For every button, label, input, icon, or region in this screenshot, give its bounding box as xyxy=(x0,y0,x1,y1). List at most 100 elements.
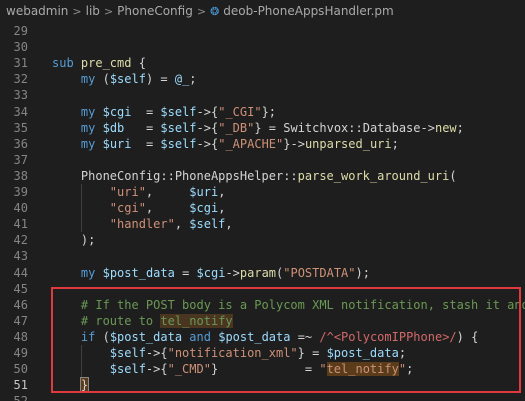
code-token: } = xyxy=(297,346,327,360)
code-line[interactable]: 43 xyxy=(0,248,525,264)
code-token: my xyxy=(80,265,96,280)
code-token: $uri xyxy=(189,185,219,199)
code-line[interactable]: 48 if ($post_data and $post_data =~ /^<P… xyxy=(0,329,525,345)
line-number: 44 xyxy=(13,265,28,280)
code-line[interactable]: 51 } xyxy=(0,377,525,394)
line-number: 47 xyxy=(13,313,28,328)
code-token: ( xyxy=(449,168,457,183)
breadcrumb-item-file[interactable]: deob-PhoneAppsHandler.pm xyxy=(223,4,393,18)
breadcrumb-item-phoneconfig[interactable]: PhoneConfig xyxy=(117,4,193,18)
line-number: 41 xyxy=(13,217,28,232)
code-line[interactable]: 40 "cgi", $cgi, xyxy=(0,200,525,217)
line-number: 32 xyxy=(13,72,28,87)
code-token: , xyxy=(145,201,190,216)
code-token: # route to xyxy=(80,313,161,328)
code-token: $cgi xyxy=(189,201,219,216)
code-line[interactable]: 52 xyxy=(0,393,525,401)
code-token: " xyxy=(319,362,327,377)
code-token: $post_data xyxy=(109,329,183,344)
code-token: if xyxy=(80,329,96,344)
code-line[interactable]: 30 xyxy=(0,39,525,55)
code-line[interactable]: 41 "handler", $self, xyxy=(0,216,525,233)
code-token: } = Switchvox::Database-> xyxy=(254,120,435,135)
code-line[interactable]: 50 $self->{"_CMD"} = "tel_notify"; xyxy=(0,361,525,378)
code-line[interactable]: 44 my $post_data = $cgi->param("POSTDATA… xyxy=(0,265,525,281)
code-token: my xyxy=(80,120,96,135)
code-text: my $uri = $self->{"_APACHE"}->unparsed_u… xyxy=(52,136,399,152)
breadcrumb-item-lib[interactable]: lib xyxy=(86,4,100,18)
code-token: $cgi xyxy=(102,104,132,119)
code-line[interactable]: 49 $self->{"notification_xml"} = $post_d… xyxy=(0,345,525,361)
code-token: PhoneConfig::PhoneAppsHelper:: xyxy=(52,168,298,183)
code-token: -> xyxy=(225,265,240,280)
code-token: $post_data xyxy=(326,346,399,360)
code-token: $cgi xyxy=(196,265,226,280)
code-text: my $post_data = $cgi->param("POSTDATA"); xyxy=(52,265,370,281)
code-token: my xyxy=(80,104,96,119)
code-token: ); xyxy=(355,265,370,280)
code-token: my xyxy=(80,136,96,151)
code-token: tel_notify xyxy=(160,313,233,328)
code-token: ( xyxy=(95,72,110,87)
code-token: , xyxy=(145,185,190,199)
code-token: my xyxy=(80,72,96,87)
code-text: if ($post_data and $post_data =~ /^<Poly… xyxy=(52,329,478,345)
code-line[interactable]: 42 ); xyxy=(0,232,525,248)
code-token: $post_data xyxy=(102,265,175,280)
code-token: $self xyxy=(109,346,146,360)
code-line[interactable]: 46 # If the POST body is a Polycom XML n… xyxy=(0,297,525,313)
code-token: "_DB" xyxy=(218,120,255,135)
code-text: $self->{"notification_xml"} = $post_data… xyxy=(52,345,406,361)
code-text: "uri", $uri, xyxy=(52,184,226,200)
line-number: 45 xyxy=(13,281,28,296)
code-line[interactable]: 45 xyxy=(0,281,525,297)
code-token: $self xyxy=(160,136,197,151)
breadcrumb-separator: > xyxy=(72,4,82,18)
line-number: 42 xyxy=(13,233,28,248)
code-token: # If the POST body is a Polycom XML noti… xyxy=(80,297,525,312)
code-line[interactable]: 36 my $uri = $self->{"_APACHE"}->unparse… xyxy=(0,136,525,152)
code-line[interactable]: 37 xyxy=(0,152,525,168)
code-line[interactable]: 47 # route to tel_notify xyxy=(0,313,525,329)
code-line[interactable]: 35 my $db = $self->{"_DB"} = Switchvox::… xyxy=(0,120,525,136)
code-token: pre_cmd xyxy=(80,56,132,71)
code-token: "notification_xml" xyxy=(167,346,298,360)
code-token: " xyxy=(398,362,407,377)
breadcrumb-item-webadmin[interactable]: webadmin xyxy=(6,4,68,18)
code-line[interactable]: 32 my ($self) = @_; xyxy=(0,71,525,87)
code-token: , xyxy=(225,217,233,232)
code-line[interactable]: 29 xyxy=(0,23,525,39)
breadcrumb-separator: > xyxy=(196,4,207,18)
line-number: 38 xyxy=(13,168,28,183)
code-token: ) { xyxy=(456,329,479,344)
line-number: 52 xyxy=(0,393,28,401)
code-token: { xyxy=(131,56,146,71)
code-token: "_CGI" xyxy=(218,104,262,119)
code-token: /^<PolycomIPPhone>/ xyxy=(319,329,457,344)
code-token: $self xyxy=(160,120,197,135)
code-line[interactable]: 34 my $cgi = $self->{"_CGI"}; xyxy=(0,104,525,120)
code-text: ); xyxy=(52,232,95,248)
code-token: "_APACHE" xyxy=(218,136,284,151)
code-token: sub xyxy=(52,56,81,71)
code-token: ; xyxy=(189,72,197,87)
code-text: sub pre_cmd { xyxy=(52,55,146,71)
code-line[interactable]: 31 sub pre_cmd { xyxy=(0,55,525,71)
line-number: 34 xyxy=(13,104,28,119)
code-line[interactable]: 33 xyxy=(0,87,525,103)
code-line[interactable]: 39 "uri", $uri, xyxy=(0,184,525,200)
code-token: ->{ xyxy=(145,362,168,377)
code-text: } xyxy=(52,377,90,394)
code-token: , xyxy=(218,201,226,216)
code-editor[interactable]: 29 30 31 sub pre_cmd {32 my ($self) = @_; 33… xyxy=(0,22,525,401)
code-token: }-> xyxy=(283,136,305,151)
code-token: $self xyxy=(109,362,146,377)
line-number: 30 xyxy=(13,40,28,55)
code-line[interactable]: 38 PhoneConfig::PhoneAppsHelper::parse_w… xyxy=(0,168,525,184)
